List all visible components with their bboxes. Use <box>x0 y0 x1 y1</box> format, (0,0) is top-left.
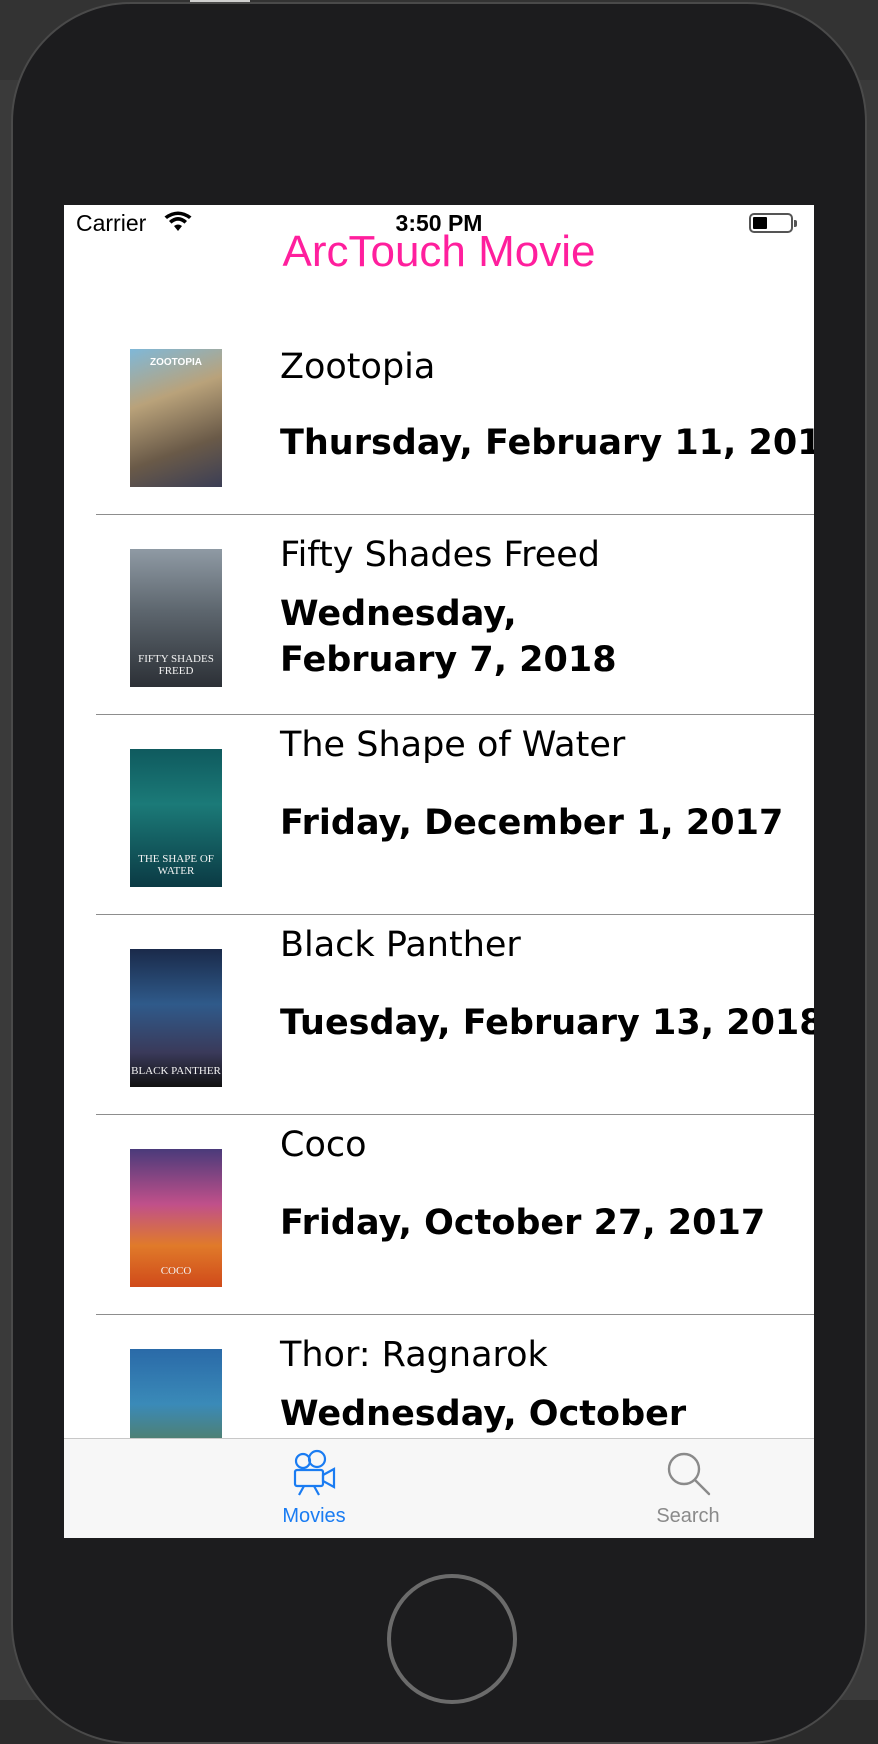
movie-title: Fifty Shades Freed <box>280 535 601 575</box>
movie-row[interactable]: ZOOTOPIA Zootopia Thursday, February 11,… <box>64 315 814 515</box>
tab-movies[interactable]: Movies <box>214 1449 414 1534</box>
movie-poster: ZOOTOPIA <box>130 349 222 487</box>
movie-title: Zootopia <box>280 347 436 387</box>
movie-row[interactable]: BLACK PANTHER Black Panther Tuesday, Feb… <box>64 915 814 1115</box>
movie-poster: BLACK PANTHER <box>130 949 222 1087</box>
movie-title: The Shape of Water <box>280 725 626 765</box>
movie-release-date: Wednesday, February 7, 2018 <box>280 594 617 680</box>
tab-label: Search <box>656 1505 720 1527</box>
movie-poster: FIFTY SHADES FREED <box>130 549 222 687</box>
tab-bar: Movies Search <box>64 1438 814 1538</box>
movie-poster: THE SHAPE OF WATER <box>130 749 222 887</box>
movie-title: Coco <box>280 1125 367 1165</box>
app-screen: Carrier 3:50 PM ArcTouch Movie ZOOTOPIA … <box>64 205 814 1538</box>
tab-label: Movies <box>282 1505 346 1527</box>
movie-camera-icon <box>293 1449 336 1496</box>
movie-release-date: Tuesday, February 13, 2018 <box>280 1003 814 1043</box>
movie-row[interactable]: COCO Coco Friday, October 27, 2017 <box>64 1115 814 1315</box>
movie-release-date: Friday, December 1, 2017 <box>280 803 784 843</box>
movie-list[interactable]: ZOOTOPIA Zootopia Thursday, February 11,… <box>64 315 814 1538</box>
movie-title: Black Panther <box>280 925 521 965</box>
movie-release-date: Wednesday, October <box>280 1394 687 1434</box>
search-icon <box>667 1452 711 1496</box>
movie-release-date: Thursday, February 11, 2016 <box>280 423 814 463</box>
movie-release-date: Friday, October 27, 2017 <box>280 1203 766 1243</box>
movie-poster: COCO <box>130 1149 222 1287</box>
xcode-side-panel <box>866 130 878 1230</box>
movie-row[interactable]: THE SHAPE OF WATER The Shape of Water Fr… <box>64 715 814 915</box>
movie-row[interactable]: FIFTY SHADES FREED Fifty Shades Freed We… <box>64 515 814 715</box>
movie-title: Thor: Ragnarok <box>280 1335 548 1375</box>
home-button[interactable] <box>387 1574 517 1704</box>
navigation-title: ArcTouch Movie <box>282 227 596 276</box>
tab-search[interactable]: Search <box>588 1449 788 1534</box>
